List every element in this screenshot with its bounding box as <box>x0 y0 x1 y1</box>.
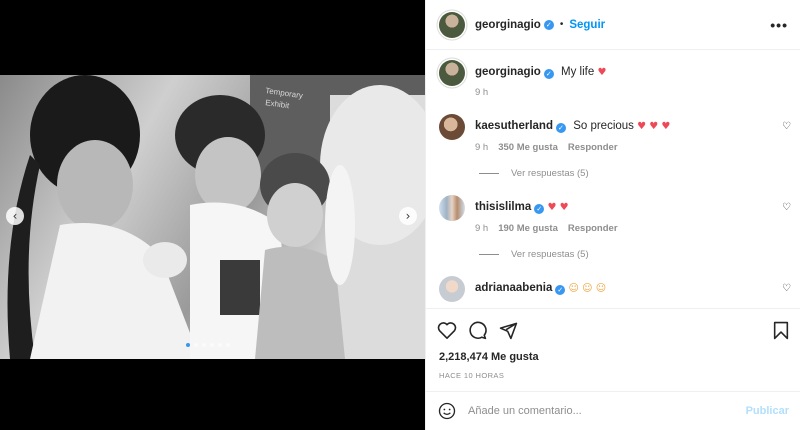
add-comment-bar: Añade un comentario... Publicar <box>426 391 800 430</box>
comment-meta: 9 h 190 Me gusta Responder <box>475 223 618 234</box>
comment-username[interactable]: thisislilma <box>475 201 531 213</box>
comment-row: kaesutherland ✓ So precious ♥ ♥ ♥ <box>439 114 670 140</box>
caption-text: georginagio ✓ My life ♥ <box>475 66 606 79</box>
photo-illustration: Temporary Exhibit <box>7 75 425 359</box>
heart-icon[interactable] <box>437 321 457 339</box>
heart-emoji: ♥ <box>597 67 607 78</box>
comment-likes[interactable]: 190 Me gusta <box>498 223 558 234</box>
verified-icon: ✓ <box>543 69 554 79</box>
chevron-left-icon[interactable]: ‹ <box>6 207 24 225</box>
avatar[interactable] <box>439 11 465 38</box>
comment-like-icon[interactable]: ♡ <box>782 121 791 132</box>
comment-icon[interactable] <box>468 321 487 340</box>
reply-button[interactable]: Responder <box>568 223 618 234</box>
comment-body: So precious <box>573 120 634 132</box>
view-replies-label: Ver respuestas (5) <box>511 249 589 260</box>
caption-row: georginagio ✓ My life ♥ <box>439 60 606 86</box>
comment-username[interactable]: adrianaabenia <box>475 282 552 294</box>
author-username[interactable]: georginagio <box>475 19 541 31</box>
comment-meta: 9 h 350 Me gusta Responder <box>475 142 618 153</box>
comment-row: thisislilma ✓ ♥ ♥ <box>439 195 569 221</box>
separator: • <box>559 19 564 30</box>
caption-body: My life <box>561 66 595 78</box>
carousel-dot <box>186 343 190 347</box>
verified-icon: ✓ <box>555 285 566 295</box>
comment-like-icon[interactable]: ♡ <box>782 202 791 213</box>
carousel-dot <box>210 343 214 347</box>
carousel-dot <box>202 343 206 347</box>
comment-username[interactable]: kaesutherland <box>475 120 553 132</box>
avatar[interactable] <box>439 195 465 221</box>
heart-emoji: ♥ ♥ <box>547 202 569 213</box>
comment-time[interactable]: 9 h <box>475 223 488 234</box>
carousel-dot <box>218 343 222 347</box>
view-replies-label: Ver respuestas (5) <box>511 168 589 179</box>
comment-text: thisislilma ✓ ♥ ♥ <box>475 201 569 214</box>
verified-icon: ✓ <box>555 123 566 133</box>
share-icon[interactable] <box>499 321 518 340</box>
carousel-indicator <box>186 343 230 347</box>
post-media: Temporary Exhibit ‹ › <box>0 0 425 430</box>
post-panel: georginagio ✓ • Seguir ••• georginagio ✓ … <box>425 0 800 430</box>
comment-input[interactable]: Añade un comentario... <box>468 405 582 417</box>
comment-row: adrianaabenia ✓ ☺ ☺ ☺ <box>439 276 606 302</box>
follow-button[interactable]: Seguir <box>569 19 605 31</box>
verified-icon: ✓ <box>543 19 554 30</box>
post-header: georginagio ✓ • Seguir ••• <box>426 0 800 50</box>
caption-username[interactable]: georginagio <box>475 66 541 78</box>
comment-like-icon[interactable]: ♡ <box>782 283 791 294</box>
avatar[interactable] <box>439 276 465 302</box>
reply-button[interactable]: Responder <box>568 142 618 153</box>
post-photo[interactable]: Temporary Exhibit <box>0 75 425 359</box>
carousel-dot <box>226 343 230 347</box>
publish-button[interactable]: Publicar <box>746 405 789 417</box>
replies-line <box>479 254 499 255</box>
caption-time[interactable]: 9 h <box>475 87 488 98</box>
emoji-icon[interactable] <box>438 402 456 420</box>
hug-emoji: ☺ ☺ ☺ <box>568 283 607 294</box>
caption-meta: 9 h <box>475 87 488 98</box>
comments-list: georginagio ✓ My life ♥ 9 h kaesutherland… <box>426 50 800 308</box>
bookmark-icon[interactable] <box>773 321 789 340</box>
comment-text: kaesutherland ✓ So precious ♥ ♥ ♥ <box>475 120 670 133</box>
replies-line <box>479 173 499 174</box>
comment-text: adrianaabenia ✓ ☺ ☺ ☺ <box>475 282 606 295</box>
heart-emoji: ♥ ♥ ♥ <box>637 121 671 132</box>
comment-time[interactable]: 9 h <box>475 142 488 153</box>
action-bar <box>426 308 800 350</box>
carousel-dot <box>194 343 198 347</box>
chevron-right-icon[interactable]: › <box>399 207 417 225</box>
verified-icon: ✓ <box>534 204 545 214</box>
post-time: HACE 10 HORAS <box>439 371 505 380</box>
avatar[interactable] <box>439 60 465 86</box>
view-replies[interactable]: Ver respuestas (5) <box>479 249 589 260</box>
more-options-icon[interactable]: ••• <box>770 17 788 33</box>
comment-likes[interactable]: 350 Me gusta <box>498 142 558 153</box>
likes-count[interactable]: 2,218,474 Me gusta <box>439 351 539 363</box>
avatar[interactable] <box>439 114 465 140</box>
view-replies[interactable]: Ver respuestas (5) <box>479 168 589 179</box>
